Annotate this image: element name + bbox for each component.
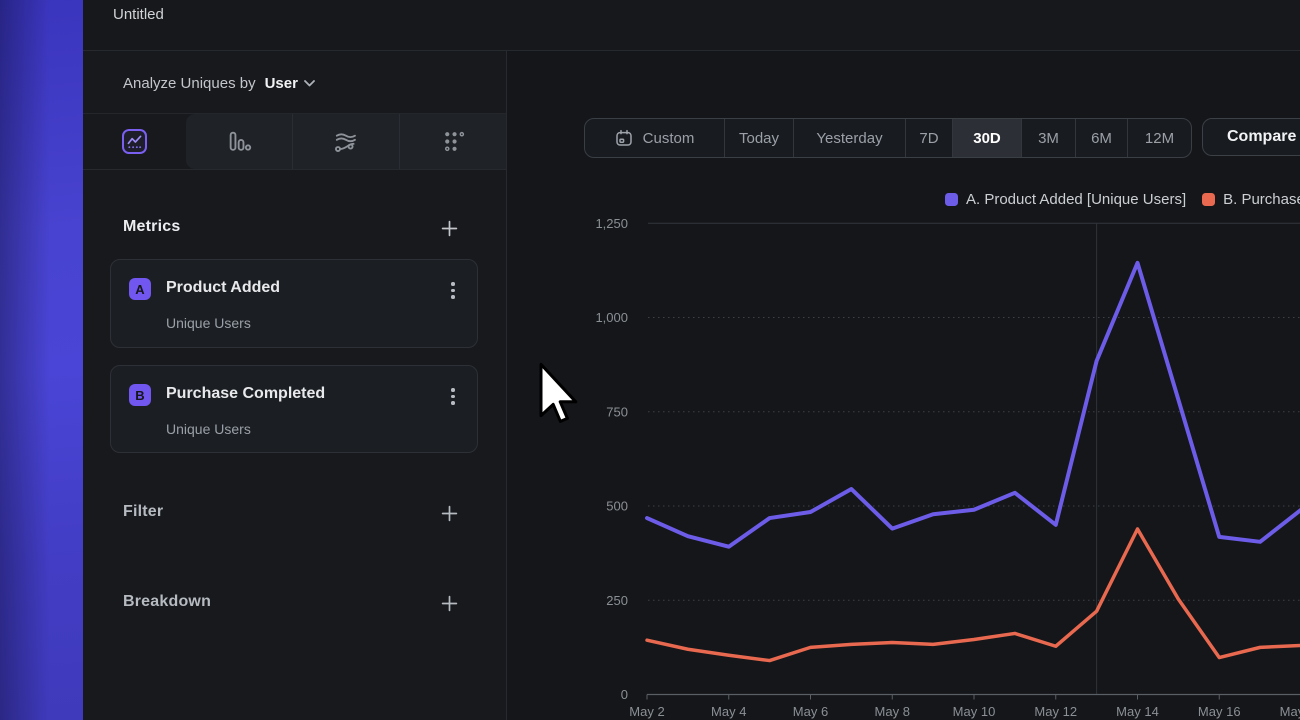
- plus-icon: [441, 595, 458, 612]
- query-sidebar: Analyze Uniques by User: [83, 51, 507, 720]
- metric-card-b[interactable]: B Purchase Completed Unique Users: [110, 365, 478, 453]
- plus-icon: [441, 220, 458, 237]
- y-tick-label: 1,250: [595, 216, 628, 231]
- chart-panel: Custom Today Yesterday 7D 30D 3M 6M 12M Compare…: [507, 51, 1300, 720]
- y-tick-label: 250: [606, 593, 628, 608]
- analyze-by-value: User: [265, 75, 298, 92]
- metric-card-a[interactable]: A Product Added Unique Users: [110, 259, 478, 348]
- metric-badge-a: A: [129, 278, 151, 300]
- x-tick-label: May 2: [629, 704, 664, 719]
- legend-item[interactable]: A. Product Added [Unique Users]: [945, 191, 1186, 208]
- compare-button[interactable]: Compare: [1202, 118, 1300, 156]
- breakdown-header: Breakdown: [123, 593, 211, 611]
- range-label: Custom: [643, 130, 695, 147]
- tab-line-chart[interactable]: [83, 114, 186, 169]
- range-button-3m[interactable]: 3M: [1021, 119, 1075, 157]
- bar-chart-icon: [227, 129, 252, 154]
- metrics-header: Metrics: [123, 218, 180, 236]
- x-tick-label: May 18: [1280, 704, 1300, 719]
- tab-flow-chart[interactable]: [292, 114, 399, 169]
- range-label: Today: [739, 130, 779, 147]
- metric-title: Product Added: [166, 279, 280, 297]
- metric-title: Purchase Completed: [166, 385, 325, 403]
- legend-label: A. Product Added [Unique Users]: [966, 191, 1186, 208]
- chart-type-tab-group: [186, 114, 506, 169]
- x-tick-label: May 16: [1198, 704, 1241, 719]
- x-tick-label: May 10: [953, 704, 996, 719]
- analyze-row: Analyze Uniques by User: [83, 51, 506, 114]
- y-tick-label: 0: [621, 687, 628, 702]
- range-button-7d[interactable]: 7D: [905, 119, 952, 157]
- metric-subtitle: Unique Users: [166, 315, 251, 331]
- range-button-6m[interactable]: 6M: [1075, 119, 1127, 157]
- chevron-down-icon: [304, 80, 315, 87]
- range-button-30d[interactable]: 30D: [952, 119, 1021, 157]
- analyze-by-dropdown[interactable]: User: [265, 75, 315, 92]
- metric-menu-button[interactable]: [445, 282, 461, 302]
- tab-bar-chart[interactable]: [186, 114, 292, 169]
- screen: Untitled Analyze Uniques by User: [0, 0, 1300, 720]
- range-button-today[interactable]: Today: [724, 119, 793, 157]
- line-chart-icon: [122, 129, 147, 154]
- metric-menu-button[interactable]: [445, 388, 461, 408]
- y-tick-label: 500: [606, 499, 628, 514]
- add-breakdown-button[interactable]: [438, 592, 460, 614]
- series-line-b: [647, 529, 1300, 661]
- range-label: 30D: [973, 130, 1001, 147]
- desktop-background: [0, 0, 83, 720]
- grid-dots-icon: [441, 129, 466, 154]
- x-tick-label: May 12: [1034, 704, 1077, 719]
- calendar-icon: [615, 129, 633, 147]
- legend-swatch: [1202, 193, 1215, 206]
- range-label: 3M: [1038, 130, 1059, 147]
- flow-chart-icon: [333, 129, 359, 155]
- series-line-a: [647, 263, 1300, 547]
- date-range-group: Custom Today Yesterday 7D 30D 3M 6M 12M: [584, 118, 1192, 158]
- metric-badge-b: B: [129, 384, 151, 406]
- legend-item[interactable]: B. Purchase Completed [Unique Users]: [1202, 191, 1300, 208]
- compare-label: Compare: [1227, 128, 1296, 146]
- add-filter-button[interactable]: [438, 502, 460, 524]
- range-label: Yesterday: [816, 130, 882, 147]
- legend-label: B. Purchase Completed [Unique Users]: [1223, 191, 1300, 208]
- x-tick-label: May 4: [711, 704, 746, 719]
- range-label: 12M: [1145, 130, 1174, 147]
- range-button-custom[interactable]: Custom: [585, 119, 724, 157]
- tab-grid-dots[interactable]: [399, 114, 506, 169]
- filter-header: Filter: [123, 503, 163, 521]
- x-tick-label: May 14: [1116, 704, 1159, 719]
- add-metric-button[interactable]: [438, 217, 460, 239]
- chart-type-tabs: [83, 114, 506, 170]
- top-bar: Untitled: [83, 0, 1300, 51]
- range-label: 7D: [919, 130, 938, 147]
- range-label: 6M: [1091, 130, 1112, 147]
- metric-subtitle: Unique Users: [166, 421, 251, 437]
- y-tick-label: 750: [606, 404, 628, 419]
- y-tick-label: 1,000: [595, 310, 628, 325]
- report-title[interactable]: Untitled: [113, 6, 164, 23]
- analyze-label: Analyze Uniques by: [123, 75, 256, 92]
- app-window: Untitled Analyze Uniques by User: [83, 0, 1300, 720]
- plus-icon: [441, 505, 458, 522]
- legend: A. Product Added [Unique Users] B. Purcha…: [945, 191, 1300, 208]
- legend-swatch: [945, 193, 958, 206]
- x-tick-label: May 6: [793, 704, 828, 719]
- range-button-12m[interactable]: 12M: [1127, 119, 1191, 157]
- range-button-yesterday[interactable]: Yesterday: [793, 119, 905, 157]
- x-tick-label: May 8: [875, 704, 910, 719]
